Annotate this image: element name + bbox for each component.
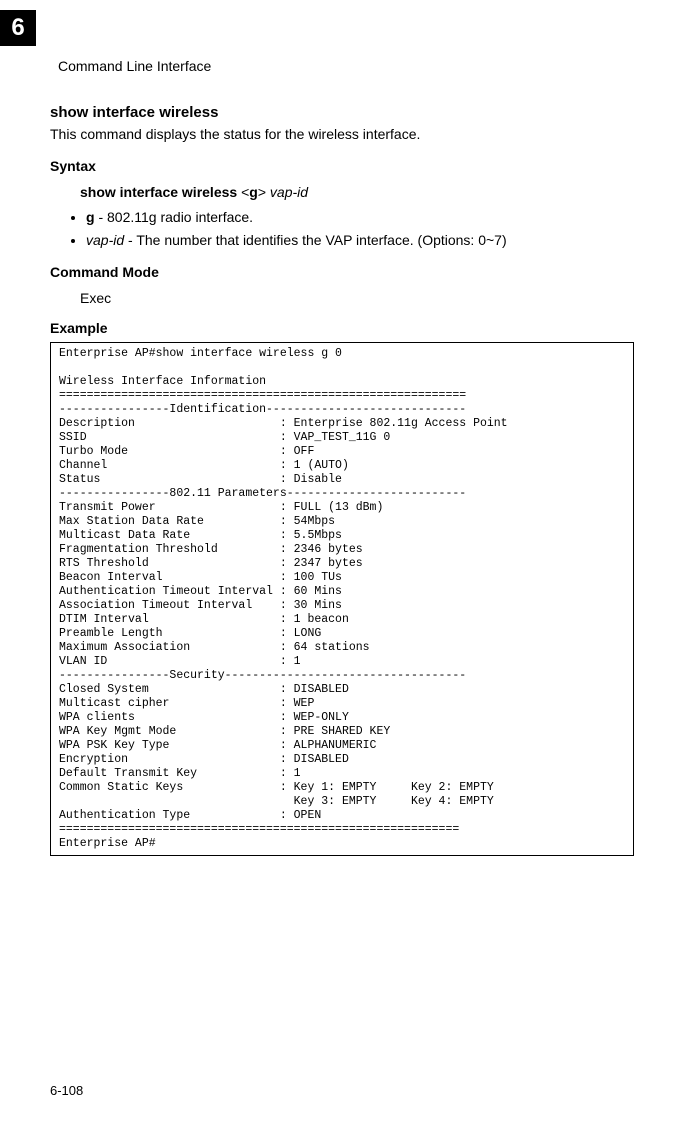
syntax-label: Syntax — [50, 158, 634, 174]
bullet-g-rest: - 802.11g radio interface. — [95, 209, 254, 225]
page-number: 6-108 — [50, 1083, 83, 1098]
syntax-line: show interface wireless <g> vap-id — [80, 184, 634, 200]
bullet-vapid-rest: - The number that identifies the VAP int… — [124, 232, 506, 248]
syntax-g: g — [249, 184, 258, 200]
running-header: Command Line Interface — [58, 58, 634, 74]
syntax-vapid: vap-id — [270, 184, 308, 200]
bullet-g-bold: g — [86, 209, 95, 225]
command-mode-value: Exec — [80, 290, 634, 306]
syntax-command: show interface wireless — [80, 184, 237, 200]
command-title: show interface wireless — [50, 104, 634, 121]
chapter-tab: 6 — [0, 10, 36, 46]
command-mode-label: Command Mode — [50, 264, 634, 280]
syntax-close-angle: > — [258, 184, 270, 200]
example-label: Example — [50, 320, 634, 336]
bullet-vapid-italic: vap-id — [86, 232, 124, 248]
command-description: This command displays the status for the… — [50, 125, 634, 144]
chapter-number: 6 — [11, 14, 24, 42]
list-item: vap-id - The number that identifies the … — [86, 231, 634, 250]
example-code-block: Enterprise AP#show interface wireless g … — [50, 342, 634, 857]
page: 6 Command Line Interface show interface … — [0, 0, 684, 1128]
syntax-bullet-list: g - 802.11g radio interface. vap-id - Th… — [86, 208, 634, 250]
list-item: g - 802.11g radio interface. — [86, 208, 634, 227]
